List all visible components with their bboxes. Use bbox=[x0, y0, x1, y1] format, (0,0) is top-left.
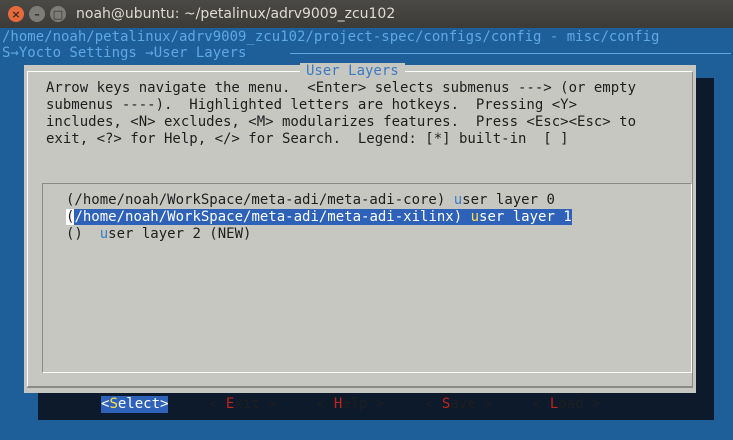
item-hotkey: u bbox=[470, 209, 480, 225]
menu-item-user-layer-2[interactable]: () user layer 2 (NEW) bbox=[66, 226, 572, 243]
save-button[interactable]: < Save > bbox=[425, 396, 492, 413]
item-path: (/home/noah/WorkSpace/meta-adi/meta-adi-… bbox=[66, 192, 454, 208]
help-text: Arrow keys navigate the menu. <Enter> se… bbox=[46, 80, 637, 147]
exit-button[interactable]: < Exit > bbox=[209, 396, 276, 413]
item-path: () bbox=[66, 226, 100, 242]
load-button[interactable]: < Load > bbox=[533, 396, 600, 413]
menu-item-user-layer-1[interactable]: (/home/noah/WorkSpace/meta-adi/meta-adi-… bbox=[66, 209, 572, 226]
menu-item-user-layer-0[interactable]: (/home/noah/WorkSpace/meta-adi/meta-adi-… bbox=[66, 192, 572, 209]
breadcrumb-rule bbox=[290, 53, 731, 54]
window-titlebar: × – □ noah@ubuntu: ~/petalinux/adrv9009_… bbox=[0, 0, 733, 28]
item-label: ser layer 1 bbox=[479, 209, 572, 225]
item-path: /home/noah/WorkSpace/meta-adi/meta-adi-x… bbox=[74, 209, 471, 225]
maximize-icon[interactable]: □ bbox=[50, 6, 66, 22]
item-hotkey: u bbox=[99, 226, 109, 242]
help-button[interactable]: < Help > bbox=[317, 396, 384, 413]
button-separator bbox=[27, 387, 693, 388]
config-path-line: /home/noah/petalinux/adrv9009_zcu102/pro… bbox=[2, 29, 660, 45]
dialog-title: User Layers bbox=[300, 63, 405, 80]
button-bar: <Select> < Exit > < Help > < Save > < Lo… bbox=[24, 396, 696, 413]
window-title: noah@ubuntu: ~/petalinux/adrv9009_zcu102 bbox=[76, 6, 396, 22]
item-hotkey: u bbox=[453, 192, 463, 208]
menu-list: (/home/noah/WorkSpace/meta-adi/meta-adi-… bbox=[66, 192, 572, 243]
item-label: ser layer 0 bbox=[462, 192, 555, 208]
item-label: ser layer 2 (NEW) bbox=[108, 226, 252, 242]
breadcrumb: S→Yocto Settings →User Layers bbox=[2, 45, 255, 61]
minimize-icon[interactable]: – bbox=[29, 6, 45, 22]
terminal-area[interactable]: /home/noah/petalinux/adrv9009_zcu102/pro… bbox=[0, 28, 733, 440]
menuconfig-dialog: User Layers Arrow keys navigate the menu… bbox=[24, 63, 696, 413]
close-icon[interactable]: × bbox=[8, 6, 24, 22]
select-button[interactable]: <Select> bbox=[101, 396, 169, 413]
